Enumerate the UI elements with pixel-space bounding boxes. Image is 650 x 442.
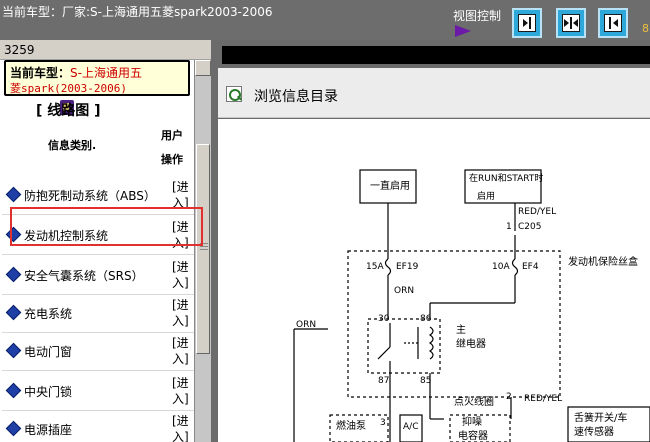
- browse-directory-link[interactable]: 浏览信息目录: [254, 86, 338, 106]
- list-item-label[interactable]: 中央门锁: [24, 383, 72, 400]
- tongue-switch-label-1: 舌簧开关/车: [574, 411, 627, 424]
- pin-3-label: 3: [380, 418, 386, 428]
- list-item-label[interactable]: 电源插座: [24, 421, 72, 438]
- ac-label: A/C: [403, 422, 418, 432]
- enter-link[interactable]: [进 入]: [172, 297, 192, 329]
- fuse-ef19-label: EF19: [396, 262, 419, 272]
- view-right-panel-button[interactable]: [512, 8, 542, 38]
- left-scrollbar[interactable]: [194, 60, 211, 442]
- fuse-10a-label: 10A: [492, 262, 510, 272]
- enter-link[interactable]: [进 入]: [172, 413, 192, 442]
- enter-link[interactable]: [进 入]: [172, 375, 192, 407]
- pin-30-label: 30: [378, 314, 390, 324]
- suppress-label-2: 电容器: [458, 429, 488, 442]
- pin-1-label: 1: [506, 222, 512, 232]
- viewer-toolbar-strip: [222, 46, 650, 64]
- window-title: 当前车型：厂家:S-上海通用五菱spark2003-2006: [2, 5, 273, 19]
- split-view-icon: [562, 14, 580, 32]
- expand-right-icon: [518, 14, 536, 32]
- tongue-switch-label-2: 速传感器: [574, 425, 614, 438]
- code-bar: 3259: [0, 40, 211, 60]
- fuse-box-label: 发动机保险丝盒: [568, 255, 638, 268]
- wire-red-yel-2-label: RED/YEL: [524, 394, 562, 404]
- header-user-ops: 用户 操作: [161, 129, 183, 166]
- suppress-label-1: 抑噪: [462, 416, 482, 428]
- list-item[interactable]: 充电系统 [进 入]: [0, 295, 194, 333]
- enter-link[interactable]: [进 入]: [172, 335, 192, 367]
- view-split-button[interactable]: [556, 8, 586, 38]
- diamond-bullet-icon: [5, 186, 22, 203]
- wiring-diagram: 一直启用 在RUN和START时 启用 RED/YEL 1 C205 15A E…: [218, 119, 650, 442]
- relay-label-1: 主: [456, 324, 466, 336]
- relay-label-2: 继电器: [456, 337, 486, 350]
- enter-link[interactable]: [进 入]: [172, 259, 192, 291]
- box-always-on-text: 一直启用: [370, 179, 410, 192]
- scroll-thumb[interactable]: [196, 144, 210, 354]
- wire-red-yel-label: RED/YEL: [518, 207, 556, 217]
- list-item-label[interactable]: 充电系统: [24, 305, 72, 322]
- diagram-section-title: [ 线路图 ]: [36, 103, 101, 119]
- edge-number: 8: [642, 22, 649, 35]
- wire-orn-left-label: ORN: [296, 320, 316, 330]
- vehicle-box: 当前车型：S-上海通用五 菱spark(2003-2006): [4, 60, 190, 96]
- header-info-category: 信息类别.: [48, 139, 97, 152]
- browse-bar: 浏览信息目录: [218, 68, 650, 118]
- diamond-bullet-icon: [5, 304, 22, 321]
- pin-86-label: 86: [420, 314, 432, 324]
- diamond-bullet-icon: [5, 266, 22, 283]
- scroll-up-arrow-icon[interactable]: [195, 60, 211, 76]
- selected-item-highlight: [10, 207, 203, 246]
- title-bar: 当前车型：厂家:S-上海通用五菱spark2003-2006 视图控制 8: [0, 0, 650, 40]
- pin-85-label: 85: [420, 376, 431, 386]
- vehicle-label: 当前车型：: [10, 66, 71, 80]
- vehicle-value-line2: 菱spark(2003-2006): [10, 82, 127, 95]
- list-item[interactable]: 安全气囊系统（SRS） [进 入]: [0, 257, 194, 295]
- app-window: 当前车型：厂家:S-上海通用五菱spark2003-2006 视图控制 8 32…: [0, 0, 650, 442]
- record-code: 3259: [4, 43, 35, 57]
- relay-outline: [367, 318, 441, 374]
- box-run-start-text-2: 启用: [477, 190, 495, 202]
- wiring-diagram-svg: 一直启用 在RUN和START时 启用 RED/YEL 1 C205 15A E…: [293, 169, 650, 442]
- pin-87-label: 87: [378, 376, 389, 386]
- connector-c205-label: C205: [518, 222, 541, 232]
- view-left-panel-button[interactable]: [598, 8, 628, 38]
- fuel-pump-label: 燃油泵: [336, 419, 366, 432]
- list-item-label[interactable]: 电动门窗: [24, 343, 72, 360]
- diamond-bullet-icon: [5, 420, 22, 437]
- wire-orn-top-label: ORN: [394, 286, 414, 296]
- list-item[interactable]: 电动门窗 [进 入]: [0, 333, 194, 371]
- list-item-label[interactable]: 安全气囊系统（SRS）: [24, 267, 144, 284]
- list-item[interactable]: 中央门锁 [进 入]: [0, 373, 194, 411]
- list-item-label[interactable]: 防抱死制动系统（ABS）: [24, 187, 156, 204]
- diamond-bullet-icon: [5, 382, 22, 399]
- view-control-label: 视图控制: [453, 9, 502, 23]
- fuse-15a-label: 15A: [366, 262, 384, 272]
- purple-arrow-icon: [455, 25, 471, 37]
- row-divider: [2, 254, 194, 255]
- vehicle-value: S-上海通用五: [70, 66, 142, 80]
- list-item[interactable]: 电源插座 [进 入]: [0, 411, 194, 442]
- browse-search-icon[interactable]: [226, 86, 242, 102]
- box-run-start-text-1: 在RUN和START时: [469, 172, 543, 184]
- expand-left-icon: [604, 14, 622, 32]
- ignition-coil-label: 点火线圈: [454, 395, 494, 408]
- fuse-ef4-label: EF4: [522, 262, 539, 272]
- pin-2-label: 2: [506, 392, 512, 402]
- row-divider: [2, 370, 194, 371]
- diamond-bullet-icon: [5, 342, 22, 359]
